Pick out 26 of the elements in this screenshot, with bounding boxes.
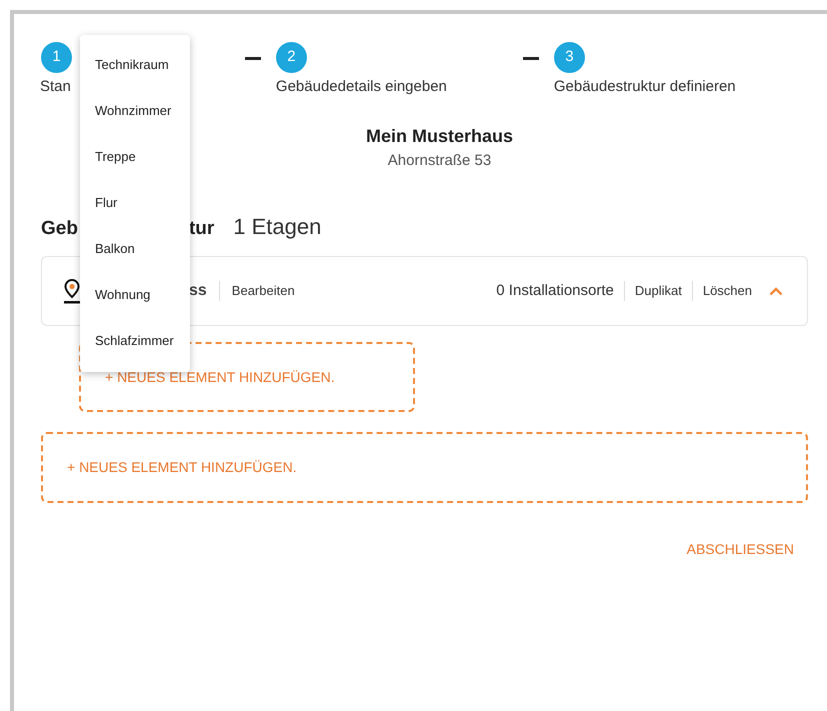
menu-item[interactable]: Flur: [95, 193, 190, 239]
building-name: Mein Musterhaus: [364, 125, 514, 148]
menu-item[interactable]: Balkon: [95, 239, 190, 285]
menu-item[interactable]: Wohnung: [95, 285, 190, 331]
menu-item[interactable]: Wohnzimmer: [95, 101, 190, 147]
duplicate-link[interactable]: Duplikat: [634, 281, 682, 301]
step-number: 2: [276, 42, 307, 73]
building-address: Ahornstraße 53: [386, 151, 492, 171]
delete-link[interactable]: Löschen: [702, 281, 752, 301]
step-number: 1: [41, 42, 72, 73]
menu-item[interactable]: Treppe: [95, 147, 190, 193]
menu-item[interactable]: Technikraum: [95, 55, 190, 101]
step-label: Stan: [40, 77, 71, 97]
chevron-up-icon[interactable]: [769, 286, 783, 296]
step-label: Gebäudestruktur definieren: [554, 77, 736, 97]
edit-link[interactable]: Bearbeiten: [232, 281, 295, 301]
section-heading: tur: [188, 217, 214, 241]
step-connector: [245, 57, 261, 60]
floor-count: 1 Etagen: [233, 213, 322, 241]
step-number: 3: [554, 42, 585, 73]
step-label: Gebäudedetails eingeben: [276, 77, 447, 97]
section-heading: Geb: [41, 217, 78, 241]
floor-name: ss: [189, 281, 207, 301]
installation-count: 0 Installationsorte: [496, 280, 614, 301]
location-pin-icon: [63, 278, 81, 304]
step-connector: [523, 57, 539, 60]
